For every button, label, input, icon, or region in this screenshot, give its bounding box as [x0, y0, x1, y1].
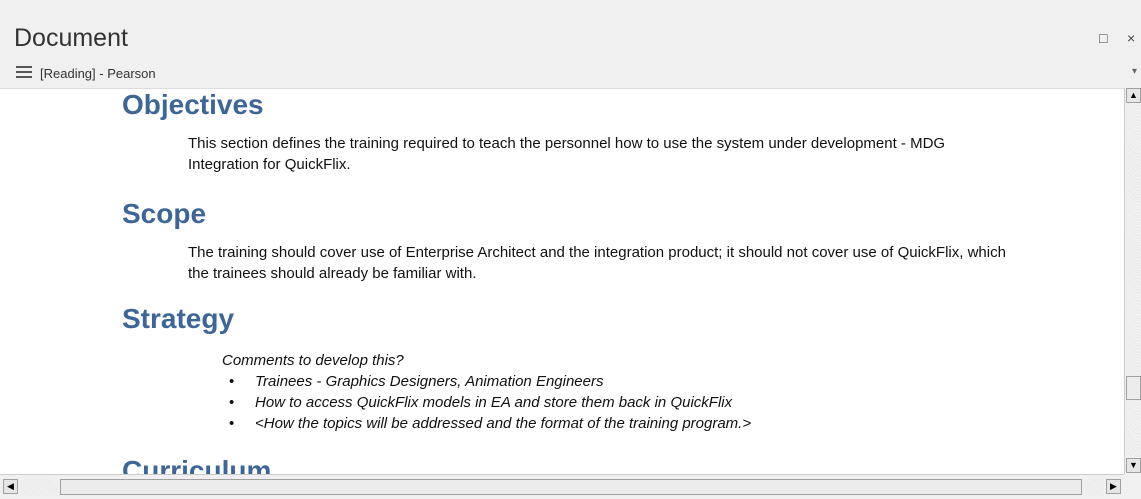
- close-icon[interactable]: ×: [1127, 30, 1135, 46]
- bullet-icon: •: [229, 373, 235, 390]
- strategy-bullet-list: • Trainees - Graphics Designers, Animatio…: [188, 371, 751, 434]
- hamburger-menu-icon[interactable]: [16, 66, 32, 80]
- resize-grip[interactable]: [1124, 474, 1141, 498]
- vertical-scroll-thumb[interactable]: [1126, 376, 1141, 400]
- document-toolbar: [Reading] - Pearson ▾: [0, 58, 1141, 88]
- section-body-scope: The training should cover use of Enterpr…: [188, 244, 1006, 282]
- vertical-scrollbar[interactable]: ▲ ▼: [1124, 88, 1141, 474]
- bullet-icon: •: [229, 415, 235, 432]
- horizontal-scroll-thumb[interactable]: [60, 479, 1082, 495]
- dropdown-arrow-icon[interactable]: ▾: [1132, 66, 1137, 77]
- bullet-icon: •: [229, 394, 235, 411]
- maximize-icon[interactable]: □: [1099, 30, 1107, 46]
- section-body-objectives: This section defines the training requir…: [188, 135, 946, 173]
- window-title: Document: [14, 24, 128, 52]
- strategy-intro: Comments to develop this?: [222, 352, 404, 369]
- list-item: • Trainees - Graphics Designers, Animatio…: [229, 373, 604, 390]
- scroll-down-icon[interactable]: ▼: [1126, 458, 1141, 473]
- section-heading-curriculum: Curriculum: [122, 455, 272, 475]
- horizontal-scrollbar[interactable]: ◀ ▶: [0, 474, 1124, 499]
- document-view[interactable]: Objectives This section defines the trai…: [0, 88, 1124, 475]
- list-item: • <How the topics will be addressed and t…: [229, 415, 752, 432]
- section-heading-objectives: Objectives: [122, 89, 264, 120]
- list-item: • How to access QuickFlix models in EA an…: [229, 394, 733, 411]
- document-view-label: [Reading] - Pearson: [40, 66, 156, 81]
- scroll-right-icon[interactable]: ▶: [1106, 479, 1121, 494]
- scroll-left-icon[interactable]: ◀: [3, 479, 18, 494]
- title-bar: Document □ ×: [0, 0, 1141, 58]
- section-heading-strategy: Strategy: [122, 303, 235, 334]
- scroll-up-icon[interactable]: ▲: [1126, 88, 1141, 103]
- section-heading-scope: Scope: [122, 198, 207, 229]
